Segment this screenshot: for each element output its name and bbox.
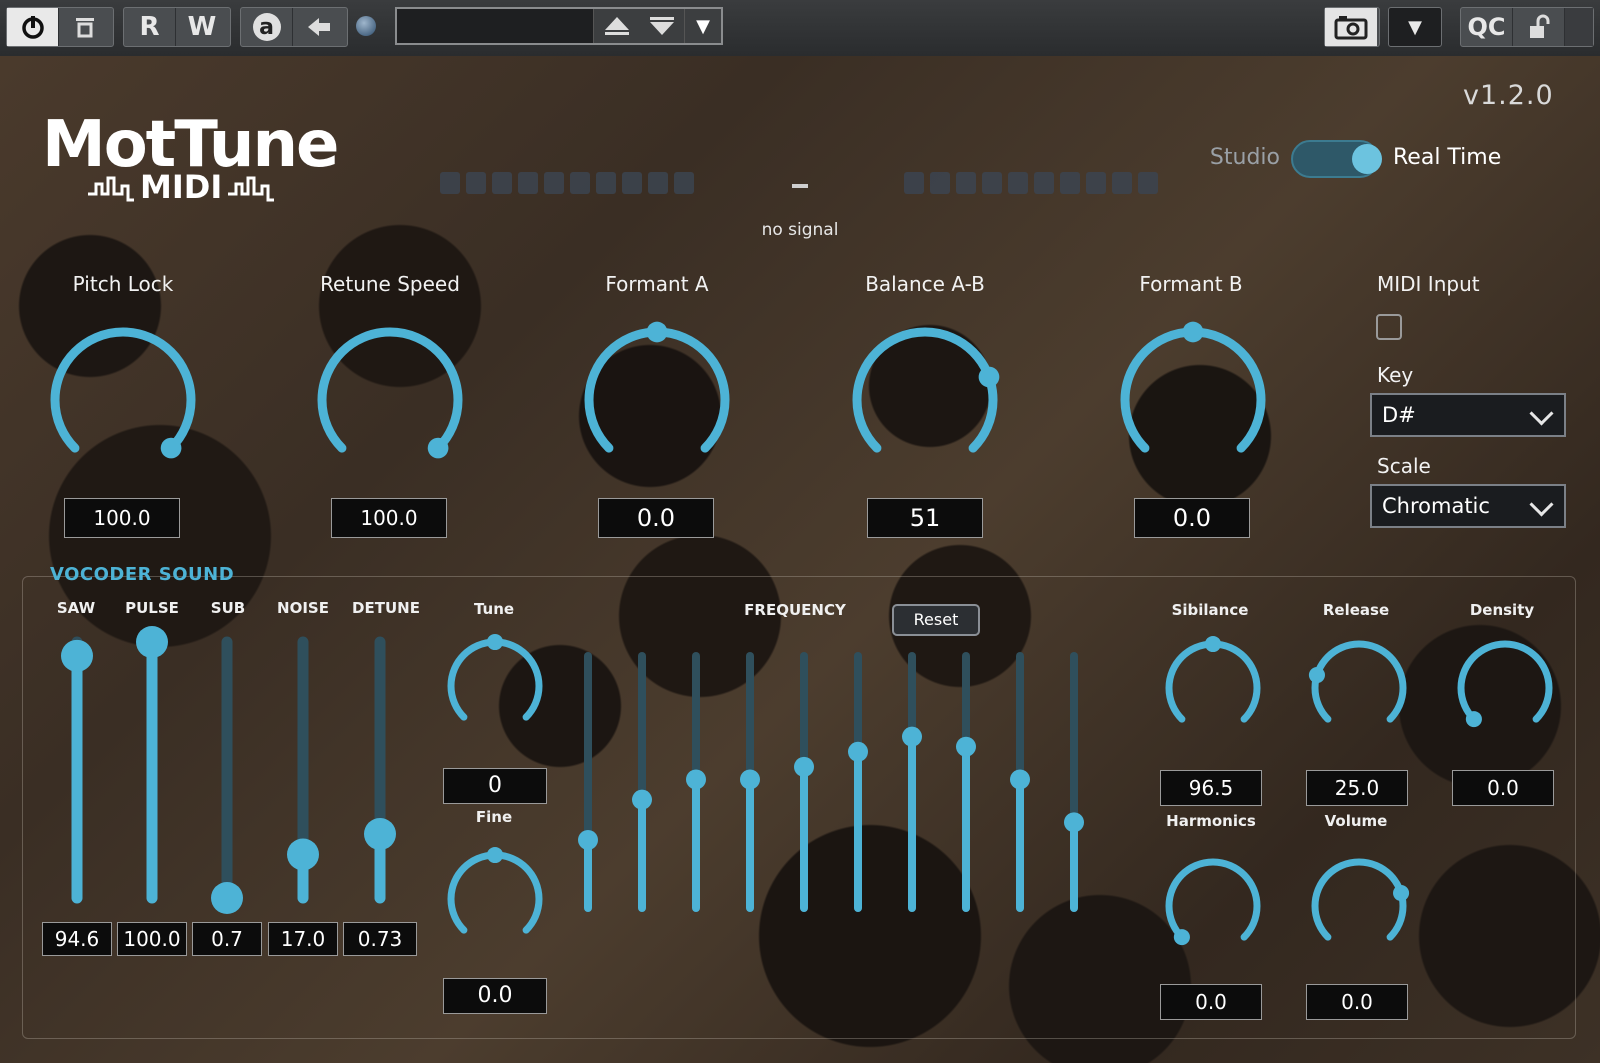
detune-slider-handle[interactable] [364,818,396,850]
frequency-band-1-handle[interactable] [578,829,598,850]
density-knob-handle[interactable] [1465,711,1482,728]
noise-slider-handle[interactable] [287,838,319,871]
bypass-icon[interactable] [59,8,111,46]
toolbar-spacer [1565,8,1593,46]
plugin-panel: MotTune MIDI v1.2.0 no signal Studio Rea… [0,56,1600,1063]
fine-knob-arc [447,851,543,934]
frequency-band-4-handle[interactable] [740,769,760,790]
auto-label: a [252,13,281,41]
controls-layer [50,321,1553,946]
saw-slider-handle[interactable] [61,639,93,672]
read-automation-button[interactable]: R [124,8,176,46]
volume-knob-handle[interactable] [1393,885,1410,902]
read-write-group: R W [123,7,231,47]
balance-ab-knob-handle[interactable] [978,366,1000,388]
preset-prev-icon[interactable] [602,14,632,38]
camera-icon[interactable] [1325,8,1377,46]
fine-knob-handle[interactable] [486,846,504,864]
preset-arrows [594,9,685,43]
preset-dropdown-icon[interactable]: ▼ [685,9,721,43]
sub-slider-handle[interactable] [211,882,243,914]
pitch-lock-knob-handle[interactable] [160,437,182,459]
density-knob-arc [1457,640,1553,723]
retune-speed-knob-arc [317,327,463,453]
qc-button[interactable]: QC [1461,8,1513,46]
camera-button[interactable] [1324,7,1380,47]
preset-selector[interactable]: ▼ [395,7,723,45]
retune-speed-knob-handle[interactable] [427,437,449,459]
tune-knob-handle[interactable] [486,633,504,651]
frequency-band-6-handle[interactable] [848,741,868,762]
sibilance-knob-handle[interactable] [1204,635,1222,653]
power-icon[interactable] [7,8,59,46]
chevron-down-icon[interactable]: ▼ [1389,8,1441,46]
frequency-band-5-handle[interactable] [794,756,814,777]
write-automation-button[interactable]: W [176,8,228,46]
harmonics-knob-handle[interactable] [1173,929,1190,946]
preset-name[interactable] [397,9,594,43]
preset-next-icon[interactable] [647,14,677,38]
auto-compare-group: a [240,7,348,47]
frequency-band-3-handle[interactable] [686,769,706,790]
frequency-band-8-handle[interactable] [956,736,976,757]
sibilance-knob-arc [1165,640,1261,723]
frequency-band-10-handle[interactable] [1064,812,1084,833]
host-toolbar: R W a ▼ ▼ QC [0,0,1600,57]
pulse-slider-handle[interactable] [136,626,168,658]
formant-b-knob-handle[interactable] [1182,321,1204,343]
release-knob-arc [1311,640,1407,723]
auto-button[interactable]: a [241,8,293,46]
power-bypass-group [6,7,114,47]
formant-a-knob-handle[interactable] [646,321,668,343]
formant-b-knob-arc [1120,327,1266,453]
qc-lock-group: QC [1460,7,1594,47]
unlock-icon[interactable] [1513,8,1565,46]
back-arrow-icon[interactable] [293,8,345,46]
harmonics-knob-arc [1165,858,1261,941]
frequency-band-9-handle[interactable] [1010,769,1030,790]
formant-a-knob-arc [584,327,730,453]
balance-ab-knob-arc [852,327,998,453]
status-led-icon [356,16,376,36]
release-knob-handle[interactable] [1308,667,1325,684]
tune-knob-arc [447,638,543,721]
frequency-band-2-handle[interactable] [632,789,652,810]
options-dropdown[interactable]: ▼ [1388,7,1442,47]
volume-knob-arc [1311,858,1407,941]
frequency-band-7-handle[interactable] [902,726,922,747]
pitch-lock-knob-arc [50,327,196,453]
